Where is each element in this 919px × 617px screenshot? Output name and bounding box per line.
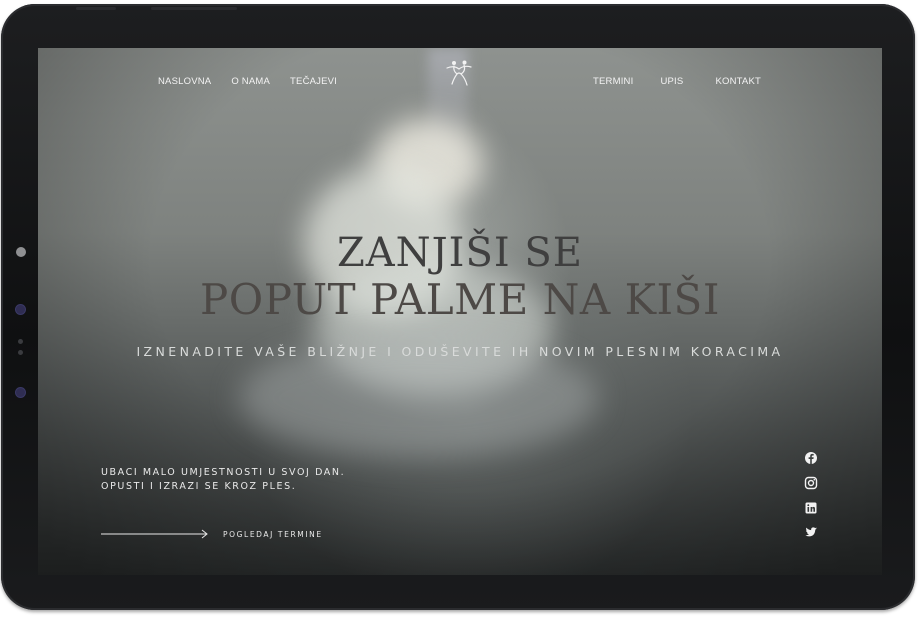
tagline: UBACI MALO UMJESTNOSTI U SVOJ DAN. OPUST… [101,466,345,494]
facebook-icon[interactable] [804,451,818,465]
dancing-couple-icon[interactable] [445,59,473,87]
linkedin-icon[interactable] [804,501,818,515]
nav-left: NASLOVNA O NAMA TEČAJEVI [158,69,337,88]
tagline-line2: OPUSTI I IZRAZI SE KROZ PLES. [101,481,297,492]
nav-item-tecajevi[interactable]: TEČAJEVI [290,76,337,87]
nav-item-termini[interactable]: TERMINI [593,76,633,87]
hero-title-line1: ZANJIŠI SE [336,230,584,276]
camera-icon [16,247,26,257]
tagline-line1: UBACI MALO UMJESTNOSTI U SVOJ DAN. [101,467,346,478]
sensor-icon [16,305,25,314]
website-screen: NASLOVNA O NAMA TEČAJEVI TERMINI UPIS KO… [38,48,882,575]
hero-subtitle: IZNENADITE VAŠE BLIŽNJE I ODUŠEVITE IH N… [136,344,784,359]
volume-button [76,7,116,10]
nav-item-naslovna[interactable]: NASLOVNA [158,76,211,87]
tablet-frame: NASLOVNA O NAMA TEČAJEVI TERMINI UPIS KO… [1,4,915,610]
view-schedule-link[interactable]: POGLEDAJ TERMINE [101,526,323,542]
nav-right: TERMINI UPIS KONTAKT [593,69,761,88]
nav-item-kontakt[interactable]: KONTAKT [715,76,761,87]
nav-item-o-nama[interactable]: O NAMA [231,76,270,87]
view-schedule-label: POGLEDAJ TERMINE [223,529,323,539]
twitter-icon[interactable] [804,525,818,539]
arrow-right-icon [101,529,208,539]
sensor-dot [18,350,23,355]
instagram-icon[interactable] [804,476,818,490]
power-button [151,7,237,10]
sensor-icon [16,388,25,397]
sensor-dot [18,339,23,344]
hero-title-line2: POPUT PALME NA KIŠI [200,275,720,324]
nav-item-upis[interactable]: UPIS [660,76,683,87]
